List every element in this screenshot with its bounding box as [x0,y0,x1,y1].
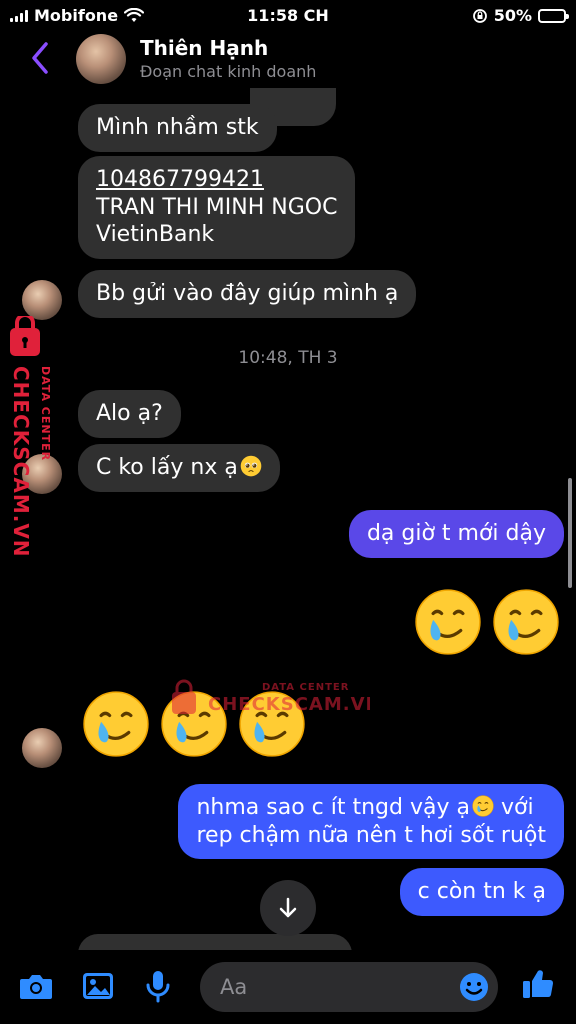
contact-avatar[interactable] [76,34,126,84]
account-number-link[interactable]: 104867799421 [96,166,337,194]
message-text: Mình nhầm stk [96,115,259,140]
status-left: Mobifone [10,6,145,25]
sender-avatar[interactable] [22,280,62,320]
smiling-tear-emoji-icon[interactable] [492,588,560,656]
time-separator: 10:48, TH 3 [238,348,338,368]
microphone-icon[interactable] [140,968,176,1004]
battery-percent: 50% [493,6,532,25]
pleading-face-icon [240,455,262,477]
message-text: Alo ạ? [96,401,163,426]
contact-name[interactable]: Thiên Hạnh [140,36,268,60]
signal-icon [10,9,28,22]
smiling-tear-emoji-icon[interactable] [82,690,150,758]
message-input-field[interactable] [200,962,498,1012]
orientation-lock-icon [472,8,487,23]
message-list[interactable]: Mình nhầm stk 104867799421 TRAN THI MINH… [0,88,576,950]
battery-icon [538,8,569,23]
status-right: 50% [472,6,569,25]
message-bubble[interactable]: Alo ạ? [78,390,181,438]
checkscam-watermark-center: DATA CENTER CHECKSCAM.VN [172,679,370,715]
status-bar: Mobifone 11:58 CH 50% [0,0,576,32]
message-bubble[interactable]: Bb gửi vào đây giúp mình ạ [78,270,417,318]
account-holder-text: TRAN THI MINH NGOC [96,194,338,220]
chat-header: Thiên Hạnh Đoạn chat kinh doanh [0,32,576,88]
message-bubble-outgoing[interactable]: nhma sao c ít tngd vậy ạ với rep chậm nữ… [178,784,564,859]
composer-bar [0,950,576,1024]
contact-subtitle: Đoạn chat kinh doanh [140,62,317,81]
message-text: dạ giờ t mới dậy [366,521,546,546]
smiling-tear-emoji-icon[interactable] [414,588,482,656]
message-bubble-outgoing[interactable]: dạ giờ t mới dậy [348,510,564,558]
camera-icon[interactable] [18,968,54,1004]
scroll-to-bottom-button[interactable] [260,880,316,936]
watermark-brand: CHECKSCAM.VN [9,366,33,556]
sender-avatar[interactable] [22,728,62,768]
checkscam-watermark-side: CHECKSCAM.VN DATA CENTER [9,316,52,556]
watermark-brand: CHECKSCAM.VN [208,694,370,715]
smiling-tear-emoji-icon [472,795,494,817]
message-bubble[interactable]: C ko lấy nx ạ [78,444,280,492]
bank-name-text: VietinBank [96,222,215,247]
message-bubble-outgoing[interactable]: c còn tn k ạ [399,868,564,916]
message-text: C ko lấy nx ạ [96,455,238,480]
message-text: nhma sao c ít tngd vậy ạ [196,795,470,820]
message-text: c còn tn k ạ [417,879,546,904]
message-bubble[interactable]: Mình nhầm stk [78,104,277,152]
emoji-icon[interactable] [458,971,490,1003]
watermark-label: DATA CENTER [39,366,52,461]
gallery-icon[interactable] [80,968,116,1004]
message-text: rep chậm nữa nên t hơi sốt ruột [196,822,546,848]
message-bubble-partial [78,934,352,950]
message-bubble-account[interactable]: 104867799421 TRAN THI MINH NGOC VietinBa… [78,156,356,259]
message-input[interactable] [220,962,450,1012]
carrier-label: Mobifone [34,6,119,25]
thumbs-up-icon[interactable] [520,966,556,1002]
arrow-down-icon [279,897,297,918]
scroll-indicator[interactable] [568,478,572,588]
wifi-icon [124,7,145,22]
watermark-label: DATA CENTER [262,682,349,693]
message-text: Bb gửi vào đây giúp mình ạ [96,281,399,306]
back-chevron-icon[interactable] [28,40,52,76]
message-text: với [493,795,534,820]
